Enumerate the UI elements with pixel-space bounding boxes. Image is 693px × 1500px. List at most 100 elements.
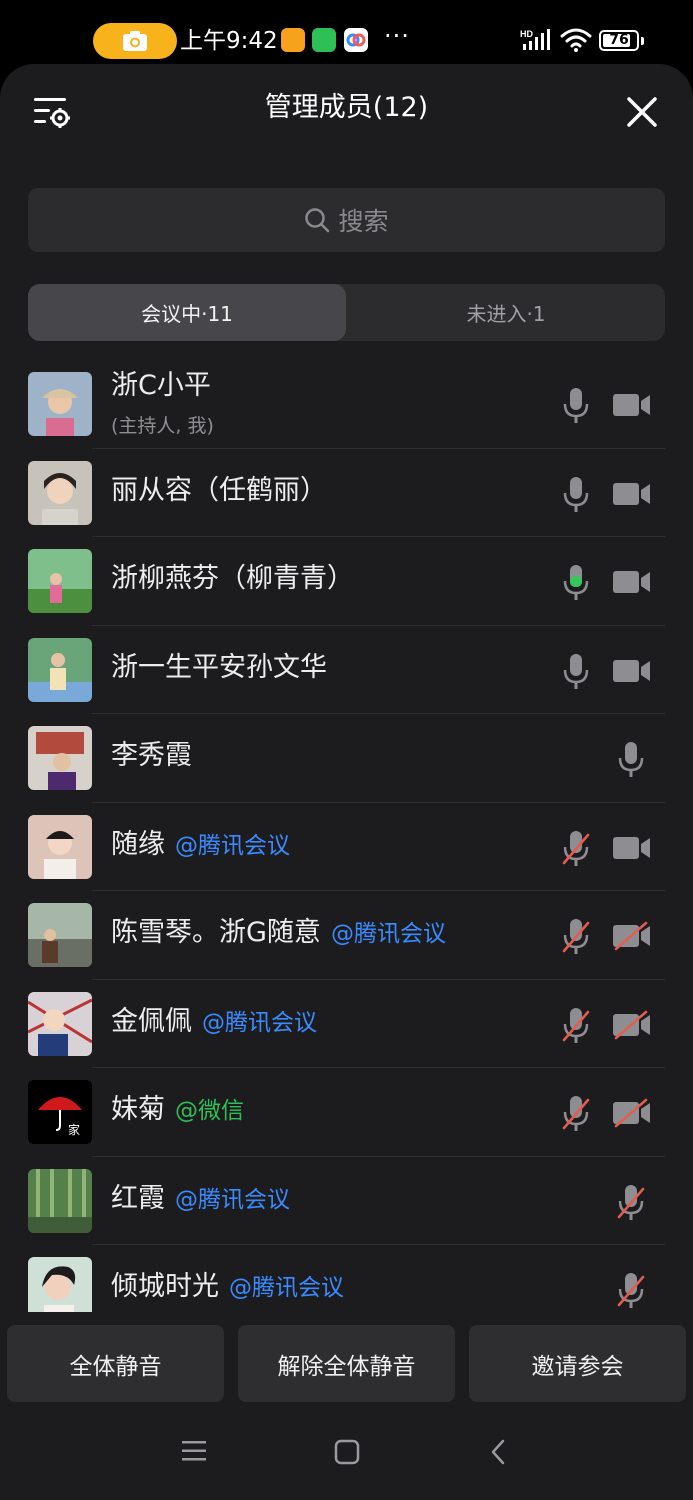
screen-capture-pill[interactable] <box>93 23 177 59</box>
member-source-tag: @腾讯会议 <box>229 1275 344 1301</box>
mute-all-button[interactable]: 全体静音 <box>7 1325 224 1402</box>
microphone-icon[interactable] <box>561 386 591 426</box>
app-notification-icon <box>281 28 305 52</box>
member-name-line: 陈雪琴。浙G随意 @腾讯会议 <box>111 913 446 954</box>
avatar <box>28 991 92 1056</box>
member-name-line: 浙柳燕芬（柳青青） <box>111 559 354 599</box>
member-name: 浙C小平 <box>111 370 211 401</box>
member-name: 丽从容（任鹤丽） <box>111 474 327 506</box>
video-icon[interactable] <box>612 921 652 951</box>
member-name-line: 红霞 @腾讯会议 <box>111 1179 290 1220</box>
unmute-all-button[interactable]: 解除全体静音 <box>238 1325 455 1402</box>
member-row[interactable]: 浙一生平安孙文华 <box>0 626 693 714</box>
member-name-line: 妹菊 @微信 <box>111 1090 244 1131</box>
close-icon <box>627 97 657 127</box>
avatar <box>28 726 92 790</box>
battery-level: 76 <box>609 32 629 48</box>
member-name-line: 倾城时光 @腾讯会议 <box>111 1267 344 1308</box>
member-name: 妹菊 <box>111 1094 165 1125</box>
member-name: 金佩佩 <box>111 1005 192 1037</box>
action-bar: 全体静音 解除全体静音 邀请参会 <box>0 1312 693 1412</box>
member-name: 随缘 <box>111 828 165 860</box>
wechat-notification-icon <box>312 28 336 52</box>
video-icon[interactable] <box>612 479 652 509</box>
avatar <box>28 637 92 702</box>
back-icon <box>491 1439 505 1465</box>
home-icon <box>334 1439 360 1465</box>
member-name-line: 丽从容（任鹤丽） <box>111 471 327 511</box>
video-icon[interactable] <box>612 833 652 863</box>
member-row[interactable]: 浙柳燕芬（柳青青） <box>0 537 693 626</box>
member-source-tag: @腾讯会议 <box>175 1186 290 1213</box>
member-row[interactable]: 李秀霞 <box>0 714 693 803</box>
member-row[interactable]: 金佩佩 @腾讯会议 <box>0 980 693 1068</box>
microphone-icon[interactable] <box>561 1094 591 1134</box>
member-status-tabs: 会议中·11 未进入·1 <box>28 284 665 341</box>
member-name: 浙一生平安孙文华 <box>111 651 327 683</box>
member-source-tag: @微信 <box>175 1098 244 1124</box>
microphone-icon[interactable] <box>561 1006 591 1046</box>
video-icon[interactable] <box>612 567 652 597</box>
search-placeholder: 搜索 <box>338 207 389 236</box>
member-row[interactable]: 丽从容（任鹤丽） <box>0 449 693 537</box>
member-name: 红霞 <box>111 1182 165 1214</box>
member-name: 李秀霞 <box>111 740 192 771</box>
menu-icon <box>182 1441 206 1461</box>
microphone-icon[interactable] <box>561 475 591 515</box>
member-management-sheet: 管理成员(12) 搜索 会议中·11 未进入·1 浙C小平 (主持人, 我) 丽从容… <box>0 64 693 1500</box>
avatar <box>28 1257 92 1312</box>
clock: 上午9:42 <box>180 28 278 54</box>
member-source-tag: @腾讯会议 <box>202 1009 317 1036</box>
close-button[interactable] <box>624 94 660 130</box>
avatar: 家 <box>28 1080 92 1144</box>
member-name-line: 浙C小平 <box>111 366 211 406</box>
invite-button[interactable]: 邀请参会 <box>469 1325 686 1402</box>
camera-icon <box>123 31 147 51</box>
battery-icon: 76 <box>599 30 639 51</box>
member-row[interactable]: 随缘 @腾讯会议 <box>0 803 693 891</box>
meeting-notification-icon <box>344 28 368 52</box>
microphone-icon[interactable] <box>616 1183 646 1223</box>
search-icon <box>305 208 330 233</box>
avatar <box>28 903 92 967</box>
member-name-line: 金佩佩 @腾讯会议 <box>111 1002 317 1043</box>
member-source-tag: @腾讯会议 <box>175 832 290 859</box>
microphone-icon[interactable] <box>561 917 591 957</box>
member-name-line: 浙一生平安孙文华 <box>111 648 327 688</box>
microphone-icon[interactable] <box>616 740 646 780</box>
member-name: 陈雪琴。浙G随意 <box>111 917 321 948</box>
microphone-icon[interactable] <box>561 563 591 603</box>
video-icon[interactable] <box>612 390 652 420</box>
member-name: 浙柳燕芬（柳青青） <box>111 563 354 594</box>
signal-icon: HD <box>520 28 552 56</box>
video-icon[interactable] <box>612 1010 652 1040</box>
microphone-icon[interactable] <box>561 652 591 692</box>
member-row[interactable]: 浙C小平 (主持人, 我) <box>0 360 693 449</box>
avatar <box>28 372 92 436</box>
svg-text:家: 家 <box>68 1122 80 1137</box>
member-source-tag: @腾讯会议 <box>330 921 446 947</box>
member-name-line: 随缘 @腾讯会议 <box>111 825 290 866</box>
member-row[interactable]: 家 妹菊 @微信 <box>0 1068 693 1157</box>
svg-text:HD: HD <box>520 29 533 39</box>
video-icon[interactable] <box>612 656 652 686</box>
member-row[interactable]: 陈雪琴。浙G随意 @腾讯会议 <box>0 891 693 980</box>
home-button[interactable] <box>333 1438 361 1470</box>
member-list: 浙C小平 (主持人, 我) 丽从容（任鹤丽） 浙柳燕芬（柳青青） 浙一生平安孙文华 李秀霞… <box>0 360 693 1312</box>
member-row[interactable]: 倾城时光 @腾讯会议 <box>0 1245 693 1312</box>
video-icon[interactable] <box>612 1098 652 1128</box>
tab-not-joined[interactable]: 未进入·1 <box>347 284 665 341</box>
search-input[interactable]: 搜索 <box>28 188 665 252</box>
member-name: 倾城时光 <box>111 1271 219 1302</box>
avatar <box>28 549 92 613</box>
tab-in-meeting[interactable]: 会议中·11 <box>28 284 346 341</box>
more-notifications-icon: ··· <box>384 22 410 50</box>
avatar <box>28 460 92 525</box>
microphone-icon[interactable] <box>561 829 591 869</box>
member-row[interactable]: 红霞 @腾讯会议 <box>0 1157 693 1245</box>
menu-button[interactable] <box>180 1438 208 1468</box>
system-nav-bar <box>0 1412 693 1500</box>
back-button[interactable] <box>488 1438 508 1470</box>
page-title: 管理成员(12) <box>264 92 429 123</box>
microphone-icon[interactable] <box>616 1271 646 1311</box>
